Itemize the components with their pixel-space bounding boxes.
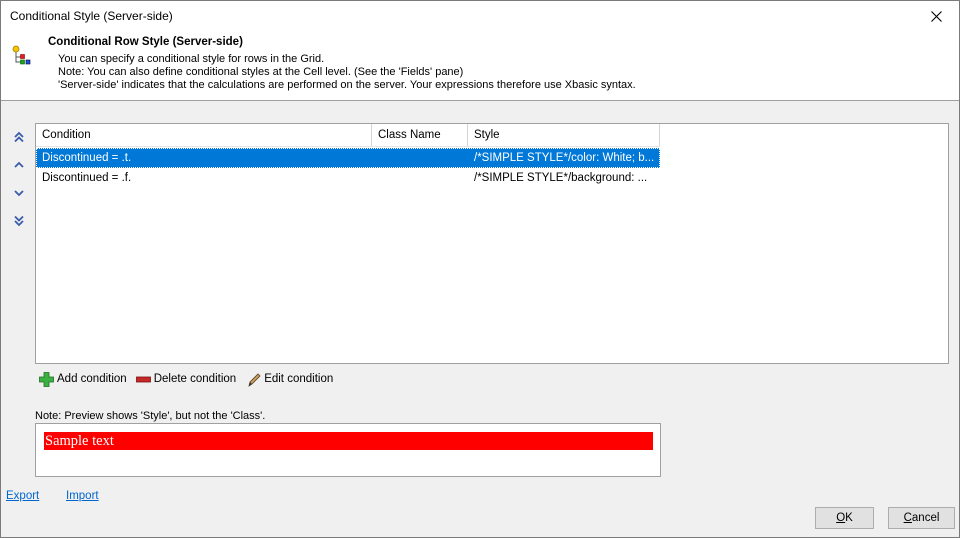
table-row[interactable]: Discontinued = .t. /*SIMPLE STYLE*/color…	[36, 148, 660, 168]
dialog-window: Conditional Style (Server-side) Conditio…	[0, 0, 960, 538]
cancel-button[interactable]: Cancel	[888, 507, 955, 529]
add-condition-label: Add condition	[57, 373, 127, 385]
title-bar: Conditional Style (Server-side)	[1, 1, 959, 31]
import-link[interactable]: Import	[66, 490, 99, 502]
double-chevron-down-icon	[14, 215, 24, 227]
ok-button-mnemonic: O	[836, 512, 846, 524]
export-link[interactable]: Export	[6, 490, 39, 502]
style-preview: Sample text	[35, 423, 661, 477]
close-icon	[930, 10, 942, 22]
preview-note: Note: Preview shows 'Style', but not the…	[35, 410, 266, 422]
double-chevron-up-icon	[14, 131, 24, 143]
cell-condition: Discontinued = .f.	[42, 172, 132, 184]
table-row[interactable]: Discontinued = .f. /*SIMPLE STYLE*/backg…	[36, 168, 660, 188]
cell-class-name	[372, 148, 468, 168]
column-header-style[interactable]: Style	[468, 124, 660, 147]
grid-body: Discontinued = .t. /*SIMPLE STYLE*/color…	[36, 148, 660, 188]
move-up-button[interactable]	[9, 155, 29, 175]
cell-style: /*SIMPLE STYLE*/color: White; b...	[474, 152, 655, 164]
column-header-class-name[interactable]: Class Name	[372, 124, 468, 147]
conditions-grid[interactable]: Condition Class Name Style Discontinued …	[35, 123, 949, 364]
delete-condition-label: Delete condition	[153, 373, 237, 385]
header-line-2: Note: You can also define conditional st…	[58, 66, 464, 78]
condition-toolbar: Add condition Delete condition Edit cond…	[39, 370, 338, 388]
cell-class-name	[372, 168, 468, 188]
pencil-icon	[248, 372, 261, 387]
conditional-style-icon	[12, 45, 31, 65]
cell-condition: Discontinued = .t.	[42, 152, 132, 164]
edit-condition-label: Edit condition	[264, 373, 334, 385]
column-header-condition[interactable]: Condition	[36, 124, 372, 147]
cancel-button-label: ancel	[911, 512, 940, 524]
chevron-up-icon	[14, 161, 24, 168]
header-line-3: 'Server-side' indicates that the calcula…	[58, 79, 636, 91]
window-title: Conditional Style (Server-side)	[10, 9, 173, 23]
ok-button-label: K	[845, 512, 853, 524]
chevron-down-icon	[14, 190, 24, 197]
header-band: Conditional Row Style (Server-side) You …	[1, 31, 959, 101]
delete-condition-button[interactable]: Delete condition	[135, 370, 237, 388]
preview-sample-text: Sample text	[44, 432, 653, 450]
move-down-button[interactable]	[9, 183, 29, 203]
header-line-1: You can specify a conditional style for …	[58, 53, 325, 65]
add-condition-button[interactable]: Add condition	[39, 370, 127, 388]
cell-style: /*SIMPLE STYLE*/background: ...	[474, 172, 648, 184]
ok-button[interactable]: OK	[815, 507, 874, 529]
minus-icon	[135, 376, 151, 382]
edit-condition-button[interactable]: Edit condition	[247, 370, 333, 388]
grid-header: Condition Class Name Style	[36, 124, 660, 147]
move-to-top-button[interactable]	[9, 127, 29, 147]
close-button[interactable]	[913, 1, 959, 31]
move-to-bottom-button[interactable]	[9, 211, 29, 231]
header-heading: Conditional Row Style (Server-side)	[48, 36, 243, 48]
cancel-button-mnemonic: C	[903, 512, 912, 524]
plus-icon	[39, 371, 54, 387]
